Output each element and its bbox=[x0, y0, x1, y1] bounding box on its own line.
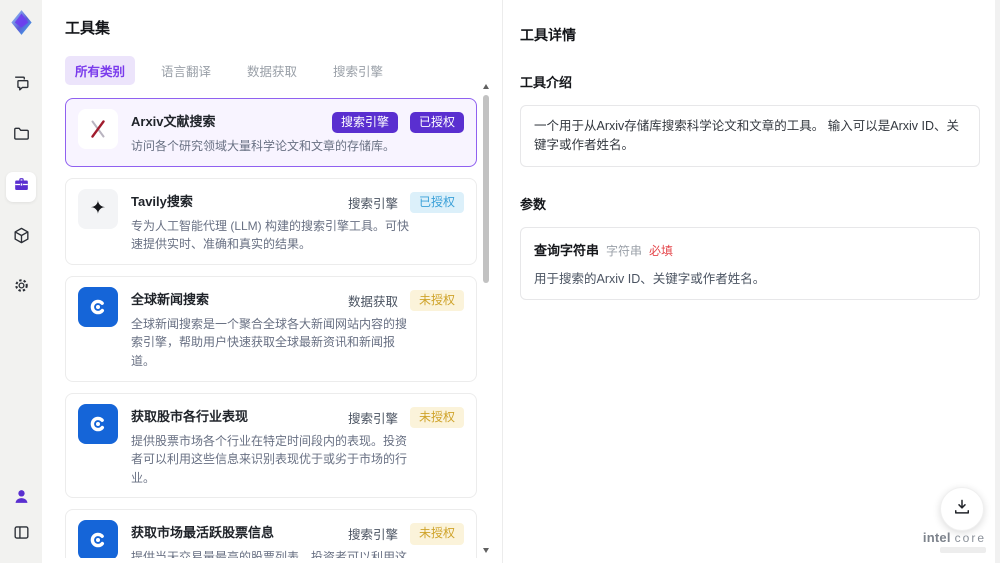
juhe-data-icon bbox=[78, 286, 118, 327]
juhe-data-icon bbox=[78, 520, 118, 558]
tool-list-pane: 工具集 所有类别 语言翻译 数据获取 搜索引擎 Arxiv文献搜索 访问各个研究… bbox=[42, 0, 503, 563]
cube-icon bbox=[12, 226, 31, 250]
tool-badges: 搜索引擎 已授权 bbox=[331, 112, 464, 134]
tool-card-list: Arxiv文献搜索 访问各个研究领域大量科学论文和文章的存储库。 搜索引擎 已授… bbox=[65, 98, 477, 558]
category-label: 搜索引擎 bbox=[347, 528, 398, 543]
parameter-name: 查询字符串 bbox=[534, 242, 600, 258]
intel-core-sub-badge bbox=[940, 547, 986, 553]
user-avatar[interactable] bbox=[7, 485, 35, 513]
tool-description: 提供股票市场各个行业在特定时间段内的表现。投资者可以利用这些信息来识别表现优于或… bbox=[131, 433, 408, 485]
intel-core-logo: intel core bbox=[923, 530, 986, 553]
category-tabs: 所有类别 语言翻译 数据获取 搜索引擎 bbox=[65, 56, 502, 85]
collapse-sidebar-button[interactable] bbox=[7, 521, 35, 549]
tool-card-sector-performance[interactable]: 获取股市各行业表现 提供股票市场各个行业在特定时间段内的表现。投资者可以利用这些… bbox=[65, 392, 477, 499]
tool-badges: 搜索引擎 未授权 bbox=[347, 523, 464, 545]
category-label: 搜索引擎 bbox=[347, 411, 398, 426]
tool-badges: 数据获取 未授权 bbox=[347, 289, 464, 311]
juhe-data-icon bbox=[78, 403, 118, 444]
tool-badges: 搜索引擎 已授权 bbox=[347, 191, 464, 213]
category-badge: 搜索引擎 bbox=[331, 112, 398, 134]
parameter-required-badge: 必填 bbox=[649, 243, 674, 258]
scroll-up-arrow-icon[interactable] bbox=[483, 84, 489, 89]
list-scrollbar[interactable] bbox=[482, 84, 490, 553]
app-logo-icon bbox=[8, 9, 35, 36]
category-label: 数据获取 bbox=[347, 294, 398, 309]
parameter-type: 字符串 bbox=[606, 243, 643, 258]
sidebar-item-toolbox[interactable] bbox=[6, 172, 36, 202]
parameter-description: 用于搜索的Arxiv ID、关键字或作者姓名。 bbox=[534, 271, 766, 286]
tab-language-translation[interactable]: 语言翻译 bbox=[151, 56, 221, 85]
sidebar bbox=[0, 0, 42, 563]
auth-status-badge: 已授权 bbox=[409, 112, 464, 134]
auth-status-badge: 未授权 bbox=[409, 289, 464, 311]
download-button[interactable] bbox=[940, 487, 984, 531]
scroll-down-arrow-icon[interactable] bbox=[483, 548, 489, 553]
parameter-card: 查询字符串 字符串 必填 用于搜索的Arxiv ID、关键字或作者姓名。 bbox=[520, 226, 980, 300]
tool-intro-text: 一个用于从Arxiv存储库搜索科学论文和文章的工具。 输入可以是Arxiv ID… bbox=[534, 119, 960, 152]
tab-data-fetch[interactable]: 数据获取 bbox=[237, 56, 307, 85]
sidebar-item-package[interactable] bbox=[7, 224, 35, 252]
tool-description: 提供当天交易量最高的股票列表。投资者可以利用这些信息来识别流动性强的股票和潜在的… bbox=[131, 550, 408, 558]
parameter-header: 查询字符串 字符串 必填 bbox=[534, 240, 966, 259]
sidebar-item-files[interactable] bbox=[7, 122, 35, 150]
app-window: 工具集 所有类别 语言翻译 数据获取 搜索引擎 Arxiv文献搜索 访问各个研究… bbox=[0, 0, 1000, 563]
category-label: 搜索引擎 bbox=[347, 196, 398, 211]
tool-badges: 搜索引擎 未授权 bbox=[347, 406, 464, 428]
arxiv-icon bbox=[78, 109, 118, 149]
sidebar-item-settings[interactable] bbox=[7, 274, 35, 302]
auth-status-badge: 已授权 bbox=[409, 191, 464, 213]
tab-all-categories[interactable]: 所有类别 bbox=[65, 56, 136, 85]
window-scrollbar-track[interactable] bbox=[995, 0, 1000, 563]
tool-detail-pane: 工具详情 工具介绍 一个用于从Arxiv存储库搜索科学论文和文章的工具。 输入可… bbox=[503, 0, 1000, 563]
tab-search-engine[interactable]: 搜索引擎 bbox=[323, 56, 393, 85]
params-section-title: 参数 bbox=[520, 196, 547, 212]
tool-intro-box: 一个用于从Arxiv存储库搜索科学论文和文章的工具。 输入可以是Arxiv ID… bbox=[520, 105, 980, 167]
intel-wordmark: intel bbox=[922, 530, 951, 545]
tool-description: 访问各个研究领域大量科学论文和文章的存储库。 bbox=[131, 139, 396, 153]
download-icon bbox=[952, 497, 972, 522]
tavily-star-icon: ✦ bbox=[78, 188, 118, 229]
tool-card-global-news[interactable]: 全球新闻搜索 全球新闻搜索是一个聚合全球各大新闻网站内容的搜索引擎，帮助用户快速… bbox=[65, 275, 477, 382]
tool-card-most-active-stocks[interactable]: 获取市场最活跃股票信息 提供当天交易量最高的股票列表。投资者可以利用这些信息来识… bbox=[65, 509, 477, 558]
folder-icon bbox=[12, 124, 31, 148]
tool-card-arxiv[interactable]: Arxiv文献搜索 访问各个研究领域大量科学论文和文章的存储库。 搜索引擎 已授… bbox=[65, 98, 477, 167]
auth-status-badge: 未授权 bbox=[409, 406, 464, 428]
gear-icon bbox=[12, 276, 31, 300]
detail-title: 工具详情 bbox=[520, 27, 576, 43]
chat-icon bbox=[12, 74, 31, 98]
toolbox-icon bbox=[12, 175, 31, 199]
page-title: 工具集 bbox=[65, 20, 111, 37]
collapse-sidebar-icon bbox=[12, 523, 31, 547]
tool-card-tavily[interactable]: ✦ Tavily搜索 专为人工智能代理 (LLM) 构建的搜索引擎工具。可快速提… bbox=[65, 177, 477, 265]
auth-status-badge: 未授权 bbox=[409, 523, 464, 545]
core-wordmark: core bbox=[954, 531, 986, 545]
intro-section-title: 工具介绍 bbox=[520, 75, 573, 90]
user-icon bbox=[12, 487, 31, 511]
tool-description: 专为人工智能代理 (LLM) 构建的搜索引擎工具。可快速提供实时、准确和真实的结… bbox=[131, 218, 410, 252]
tool-description: 全球新闻搜索是一个聚合全球各大新闻网站内容的搜索引擎，帮助用户快速获取全球最新资… bbox=[131, 316, 408, 368]
sidebar-item-chat[interactable] bbox=[7, 72, 35, 100]
scrollbar-thumb[interactable] bbox=[483, 95, 489, 283]
